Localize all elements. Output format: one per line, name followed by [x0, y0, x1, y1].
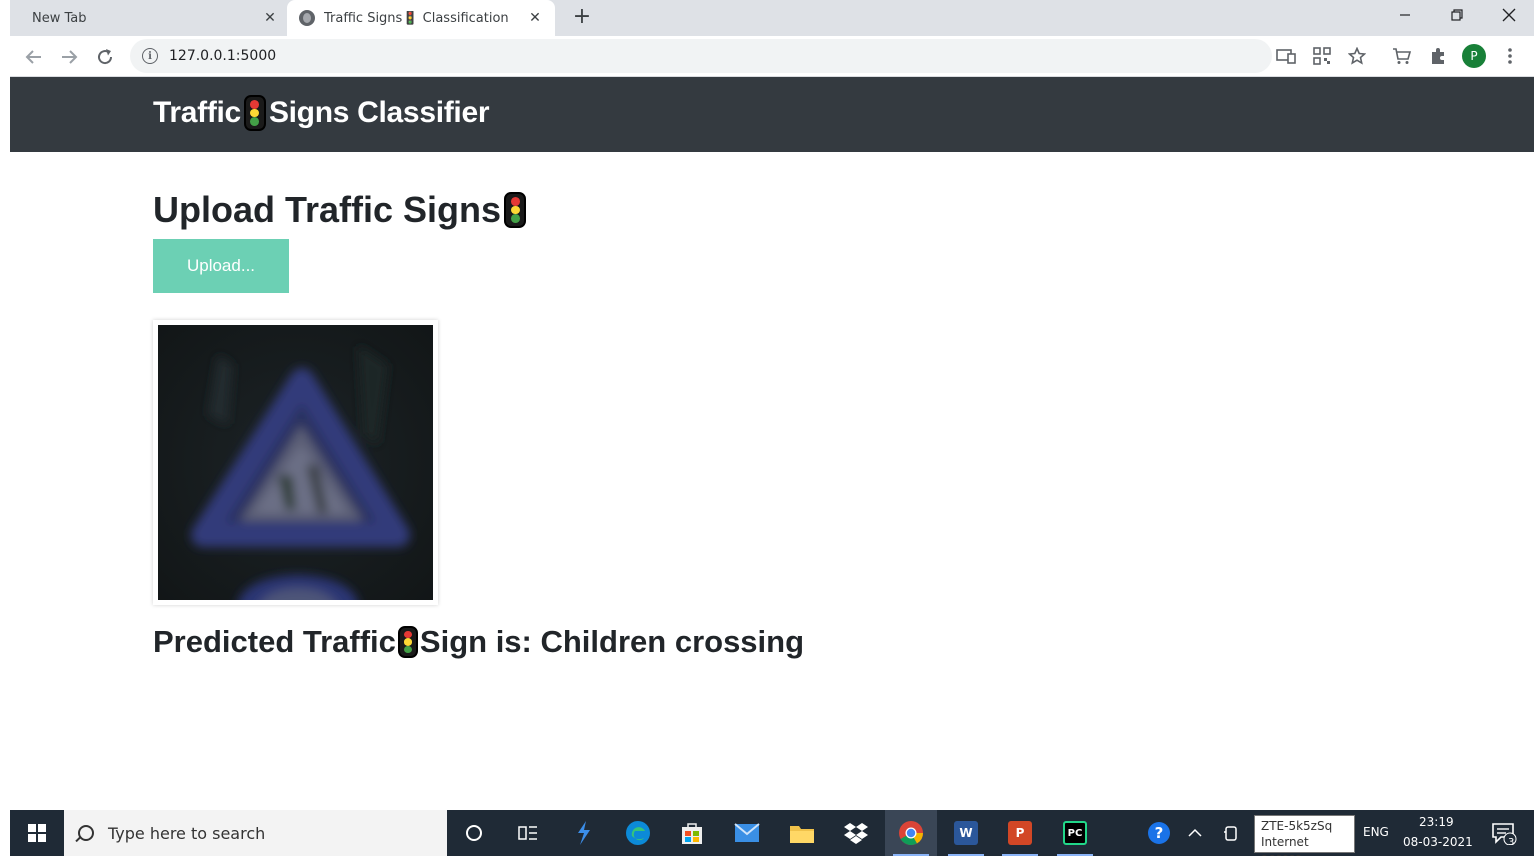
reload-icon[interactable] — [92, 44, 118, 70]
windows-start-icon[interactable] — [10, 810, 64, 856]
windows-taskbar: Type here to search W P PC ? ZTE-5k5zSq … — [10, 810, 1534, 856]
taskbar-search-input[interactable]: Type here to search — [64, 810, 447, 856]
file-explorer-icon[interactable] — [776, 810, 828, 856]
tab-title: New Tab — [32, 10, 87, 26]
page-title-text: Upload Traffic Signs — [153, 189, 502, 230]
mail-icon[interactable] — [721, 810, 773, 856]
forward-icon[interactable] — [56, 44, 82, 70]
clock-date[interactable]: 08-03-2021 — [1403, 835, 1473, 849]
edge-icon[interactable] — [612, 810, 664, 856]
extensions-icon[interactable] — [1427, 45, 1449, 67]
wifi-name: ZTE-5k5zSq — [1261, 819, 1333, 833]
prediction-result: Predicted Traffic Sign is: Children cros… — [153, 624, 804, 660]
address-bar[interactable]: i 127.0.0.1:5000 — [130, 39, 1272, 73]
info-icon[interactable]: i — [142, 48, 158, 64]
site-navbar: Traffic Signs Classifier — [10, 77, 1534, 152]
close-icon[interactable]: ✕ — [260, 10, 280, 26]
upload-button[interactable]: Upload... — [153, 239, 289, 293]
page-title: Upload Traffic Signs — [153, 189, 529, 231]
globe-icon — [299, 10, 315, 26]
uploaded-sign-image — [158, 325, 433, 600]
wifi-tooltip: ZTE-5k5zSq Internet access — [1254, 815, 1355, 856]
bookmark-star-icon[interactable] — [1346, 45, 1368, 67]
new-tab-button[interactable]: + — [568, 4, 596, 32]
store-icon[interactable] — [666, 810, 718, 856]
dropbox-icon[interactable] — [830, 810, 882, 856]
cortana-icon[interactable] — [448, 810, 500, 856]
pycharm-icon[interactable]: PC — [1049, 810, 1101, 856]
clock-time[interactable]: 23:19 — [1419, 815, 1454, 829]
brand-text-part1: Traffic — [153, 96, 241, 129]
word-icon[interactable]: W — [940, 810, 992, 856]
prediction-prefix: Predicted Traffic — [153, 624, 396, 659]
powerpoint-icon[interactable]: P — [994, 810, 1046, 856]
window-close-icon[interactable] — [1486, 0, 1532, 30]
close-icon[interactable]: ✕ — [525, 10, 545, 26]
task-view-icon[interactable] — [502, 810, 554, 856]
cast-icon[interactable] — [1275, 45, 1297, 67]
back-icon[interactable] — [21, 44, 47, 70]
help-icon[interactable]: ? — [1144, 810, 1174, 856]
svg-text:?: ? — [1155, 824, 1164, 842]
wifi-status: Internet access — [1261, 835, 1309, 856]
image-preview-frame — [153, 320, 438, 605]
notification-center-icon[interactable]: 3 — [1484, 810, 1524, 856]
site-brand[interactable]: Traffic Signs Classifier — [153, 95, 490, 131]
search-placeholder: Type here to search — [108, 823, 266, 843]
browser-toolbar: i 127.0.0.1:5000 P — [10, 36, 1534, 77]
search-icon — [78, 825, 94, 841]
minimize-icon[interactable] — [1382, 0, 1428, 30]
traffic-light-icon — [243, 95, 266, 131]
browser-tab-strip: New Tab ✕ Traffic Signs🚦 Classification … — [10, 0, 1534, 36]
prediction-suffix: Sign is: Children crossing — [419, 624, 805, 659]
left-gutter — [0, 0, 10, 856]
language-indicator[interactable]: ENG — [1363, 825, 1389, 839]
tab-traffic-signs[interactable]: Traffic Signs🚦 Classification ✕ — [287, 0, 555, 36]
shopping-cart-icon[interactable] — [1391, 45, 1413, 67]
notification-count: 3 — [1508, 837, 1515, 848]
tab-new-tab[interactable]: New Tab ✕ — [20, 0, 290, 36]
restore-icon[interactable] — [1434, 0, 1480, 30]
tab-title: Traffic Signs🚦 Classification — [324, 10, 509, 26]
brand-text-part2: Signs Classifier — [268, 96, 490, 129]
profile-avatar[interactable]: P — [1462, 44, 1486, 68]
show-hidden-icons-icon[interactable] — [1182, 810, 1208, 856]
vscode-icon[interactable] — [557, 810, 609, 856]
device-icon[interactable] — [1218, 810, 1244, 856]
url-text: 127.0.0.1:5000 — [169, 48, 277, 64]
more-menu-icon[interactable] — [1499, 45, 1521, 67]
traffic-light-icon — [397, 626, 418, 658]
traffic-light-icon — [504, 192, 527, 228]
chrome-icon[interactable] — [885, 810, 937, 856]
qr-code-icon[interactable] — [1311, 45, 1333, 67]
